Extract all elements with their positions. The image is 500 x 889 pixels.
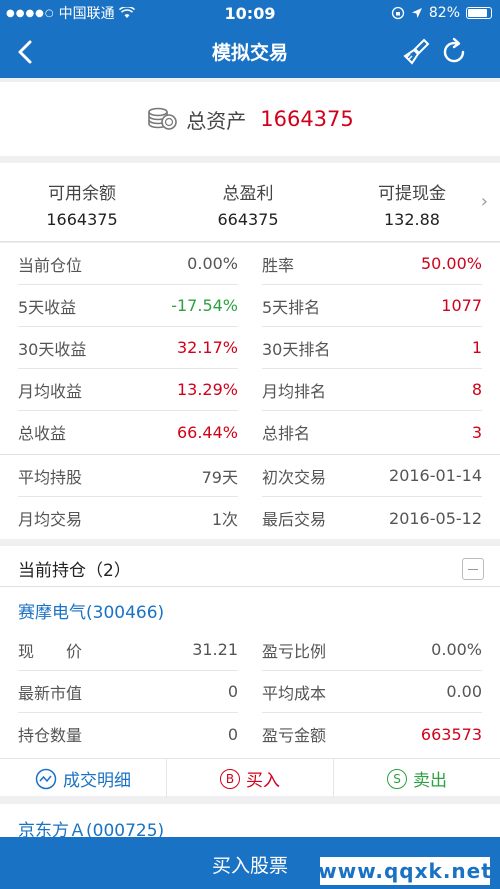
stat-value: 3 bbox=[471, 422, 482, 442]
sell-button[interactable]: S 卖出 bbox=[334, 759, 500, 798]
stat-key: 初次交易 bbox=[262, 467, 327, 487]
divider bbox=[0, 241, 500, 242]
battery-icon bbox=[466, 7, 492, 19]
stat-key: 总排名 bbox=[262, 424, 311, 443]
status-right: 82% bbox=[391, 5, 492, 21]
stat-key: 月均收益 bbox=[18, 381, 83, 401]
holding-value: 0 bbox=[227, 724, 238, 744]
stock-name-link[interactable]: 赛摩电气(300466) bbox=[18, 598, 164, 623]
stat-value: 1 bbox=[471, 338, 482, 357]
stat-value: 32.17% bbox=[176, 338, 238, 357]
stats-row: 当前仓位 0.00% 胜率 50.00% bbox=[0, 243, 500, 285]
sell-icon: S bbox=[387, 768, 407, 789]
broom-icon[interactable] bbox=[402, 36, 432, 68]
stat-key: 5天收益 bbox=[18, 297, 77, 317]
location-icon bbox=[411, 8, 422, 18]
buy-label: 买入 bbox=[246, 771, 280, 791]
rotation-lock-icon bbox=[391, 6, 405, 20]
nav-bar: 模拟交易 bbox=[0, 26, 500, 78]
stat-value: 2016-01-14 bbox=[389, 466, 482, 485]
total-profit-value: 664375 bbox=[217, 210, 279, 229]
available-balance: 可用余额 1664375 bbox=[12, 179, 152, 229]
buy-icon: B bbox=[220, 768, 240, 789]
status-bar: ●●●●○ 中国联通 10:09 82% bbox=[0, 0, 500, 26]
chart-line-icon bbox=[35, 768, 57, 789]
holding-key: 现 价 bbox=[18, 641, 83, 661]
holding-key: 最新市值 bbox=[18, 683, 83, 703]
collapse-button[interactable] bbox=[462, 558, 484, 580]
buy-button[interactable]: B 买入 bbox=[167, 759, 334, 798]
stat-key: 月均排名 bbox=[262, 381, 327, 401]
holding-key: 盈亏比例 bbox=[262, 641, 327, 661]
stats-row: 总收益 66.44% 总排名 3 bbox=[0, 411, 500, 453]
holdings-panel: 当前持仓（2） 赛摩电气(300466) 现 价 31.21 盈亏比例 0.00% … bbox=[0, 546, 500, 798]
stat-value: 79天 bbox=[201, 467, 238, 487]
stat-key: 30天排名 bbox=[262, 339, 331, 359]
stat-key: 5天排名 bbox=[262, 297, 321, 317]
stats-grid: 当前仓位 0.00% 胜率 50.00% 5天收益 -17.54% 5天排名 1077 … bbox=[0, 243, 500, 539]
withdrawable-cash-value: 132.88 bbox=[384, 210, 440, 229]
holding-key: 盈亏金额 bbox=[262, 726, 327, 745]
account-summary[interactable]: 可用余额 1664375 总盈利 664375 可提现金 132.88 › bbox=[0, 163, 500, 241]
available-balance-label: 可用余额 bbox=[48, 184, 116, 204]
holding-actions: 成交明细 B 买入 S 卖出 bbox=[0, 758, 500, 798]
divider bbox=[0, 586, 500, 587]
stats-row: 30天收益 32.17% 30天排名 1 bbox=[0, 327, 500, 369]
stat-key: 胜率 bbox=[262, 255, 295, 275]
stat-value: 66.44% bbox=[176, 422, 238, 442]
stats-row: 月均收益 13.29% 月均排名 8 bbox=[0, 369, 500, 411]
stat-value: 1次 bbox=[211, 510, 238, 529]
stat-value: -17.54% bbox=[171, 296, 238, 315]
holding-key: 平均成本 bbox=[262, 683, 327, 703]
stat-value: 50.00% bbox=[420, 254, 482, 273]
watermark: www.qqxk.net bbox=[318, 857, 492, 885]
stat-value: 13.29% bbox=[176, 380, 238, 399]
trade-detail-label: 成交明细 bbox=[63, 771, 131, 791]
holding-row: 最新市值 0 平均成本 0.00 bbox=[0, 671, 500, 713]
total-assets-panel: 总资产 1664375 bbox=[0, 82, 500, 156]
total-profit: 总盈利 664375 bbox=[178, 179, 318, 229]
stats-row: 月均交易 1次 最后交易 2016-05-12 bbox=[0, 497, 500, 539]
stat-value: 8 bbox=[471, 380, 482, 399]
stat-key: 平均持股 bbox=[18, 467, 83, 487]
stats-row: 平均持股 79天 初次交易 2016-01-14 bbox=[0, 455, 500, 497]
stat-key: 最后交易 bbox=[262, 510, 327, 529]
stat-key: 当前仓位 bbox=[18, 255, 83, 275]
holding-row: 持仓数量 0 盈亏金额 663573 bbox=[0, 713, 500, 755]
holding-value: 0.00 bbox=[446, 682, 482, 701]
total-assets-value: 1664375 bbox=[260, 107, 354, 131]
available-balance-value: 1664375 bbox=[46, 210, 118, 229]
stat-key: 30天收益 bbox=[18, 339, 87, 359]
trade-detail-button[interactable]: 成交明细 bbox=[0, 759, 167, 798]
holding-value: 0.00% bbox=[431, 640, 482, 659]
sell-label: 卖出 bbox=[413, 771, 447, 791]
stats-row: 5天收益 -17.54% 5天排名 1077 bbox=[0, 285, 500, 327]
holding-row: 现 价 31.21 盈亏比例 0.00% bbox=[0, 629, 500, 671]
total-profit-label: 总盈利 bbox=[222, 184, 274, 204]
withdrawable-cash: 可提现金 132.88 bbox=[342, 179, 482, 229]
stat-value: 1077 bbox=[441, 296, 482, 315]
holdings-title: 当前持仓（2） bbox=[18, 561, 131, 581]
stat-value: 0.00% bbox=[187, 254, 238, 273]
withdrawable-cash-label: 可提现金 bbox=[378, 184, 446, 204]
refresh-icon[interactable] bbox=[440, 36, 470, 68]
holding-key: 持仓数量 bbox=[18, 726, 83, 745]
stat-key: 月均交易 bbox=[18, 510, 83, 529]
total-assets-label: 总资产 bbox=[186, 108, 247, 133]
holding-value: 0 bbox=[227, 682, 238, 701]
coins-icon bbox=[148, 107, 178, 130]
battery-percent: 82% bbox=[428, 5, 460, 21]
stat-value: 2016-05-12 bbox=[389, 508, 482, 528]
chevron-right-icon[interactable]: › bbox=[481, 191, 488, 212]
holding-value: 663573 bbox=[420, 724, 482, 744]
stat-key: 总收益 bbox=[18, 424, 67, 443]
holding-value: 31.21 bbox=[192, 640, 238, 659]
